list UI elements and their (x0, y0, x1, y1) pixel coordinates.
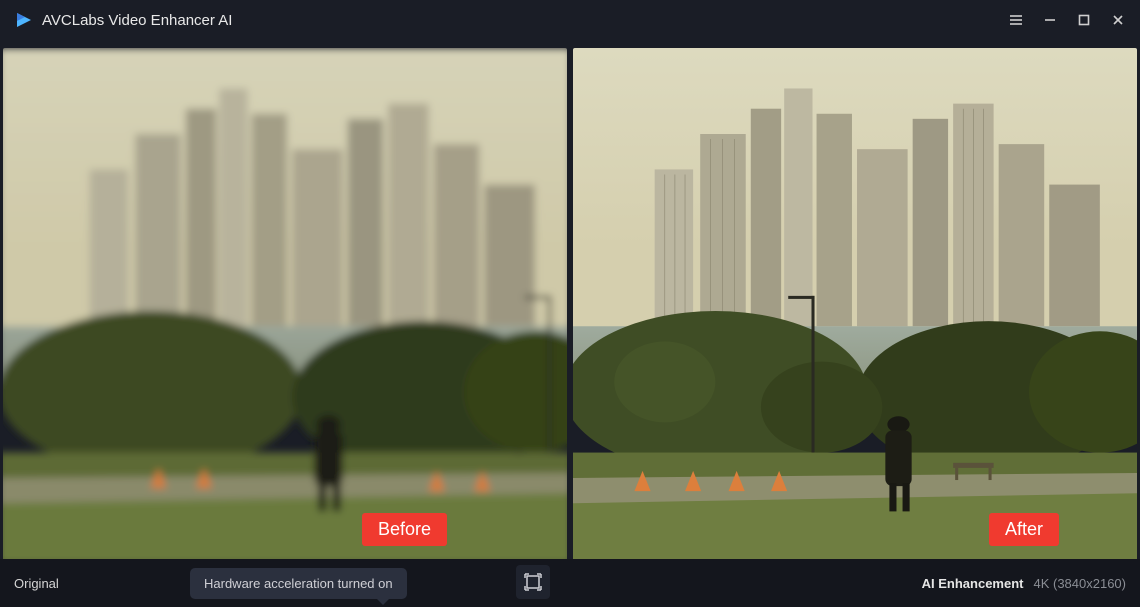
titlebar: AVCLabs Video Enhancer AI (0, 0, 1140, 40)
before-image (3, 48, 567, 564)
close-icon[interactable] (1110, 12, 1126, 28)
fullscreen-button[interactable] (516, 565, 550, 599)
before-badge: Before (362, 513, 447, 546)
menu-icon[interactable] (1008, 12, 1024, 28)
after-image (573, 48, 1137, 564)
after-badge: After (989, 513, 1059, 546)
app-title: AVCLabs Video Enhancer AI (42, 12, 232, 29)
footer-bar: Original Hardware acceleration turned on… (0, 559, 1140, 607)
after-panel: After (573, 48, 1137, 564)
comparison-view: Before (0, 40, 1140, 564)
titlebar-left: AVCLabs Video Enhancer AI (14, 10, 232, 30)
footer-right: AI Enhancement 4K (3840x2160) (922, 576, 1126, 591)
before-panel: Before (3, 48, 567, 564)
fullscreen-icon (524, 573, 542, 591)
maximize-icon[interactable] (1076, 12, 1092, 28)
logo-icon (14, 10, 34, 30)
minimize-icon[interactable] (1042, 12, 1058, 28)
hw-accel-tooltip: Hardware acceleration turned on (190, 568, 407, 599)
ai-enhancement-label: AI Enhancement (922, 576, 1024, 591)
resolution-label: 4K (3840x2160) (1033, 576, 1126, 591)
original-label: Original (14, 576, 59, 591)
window-controls (1008, 12, 1126, 28)
